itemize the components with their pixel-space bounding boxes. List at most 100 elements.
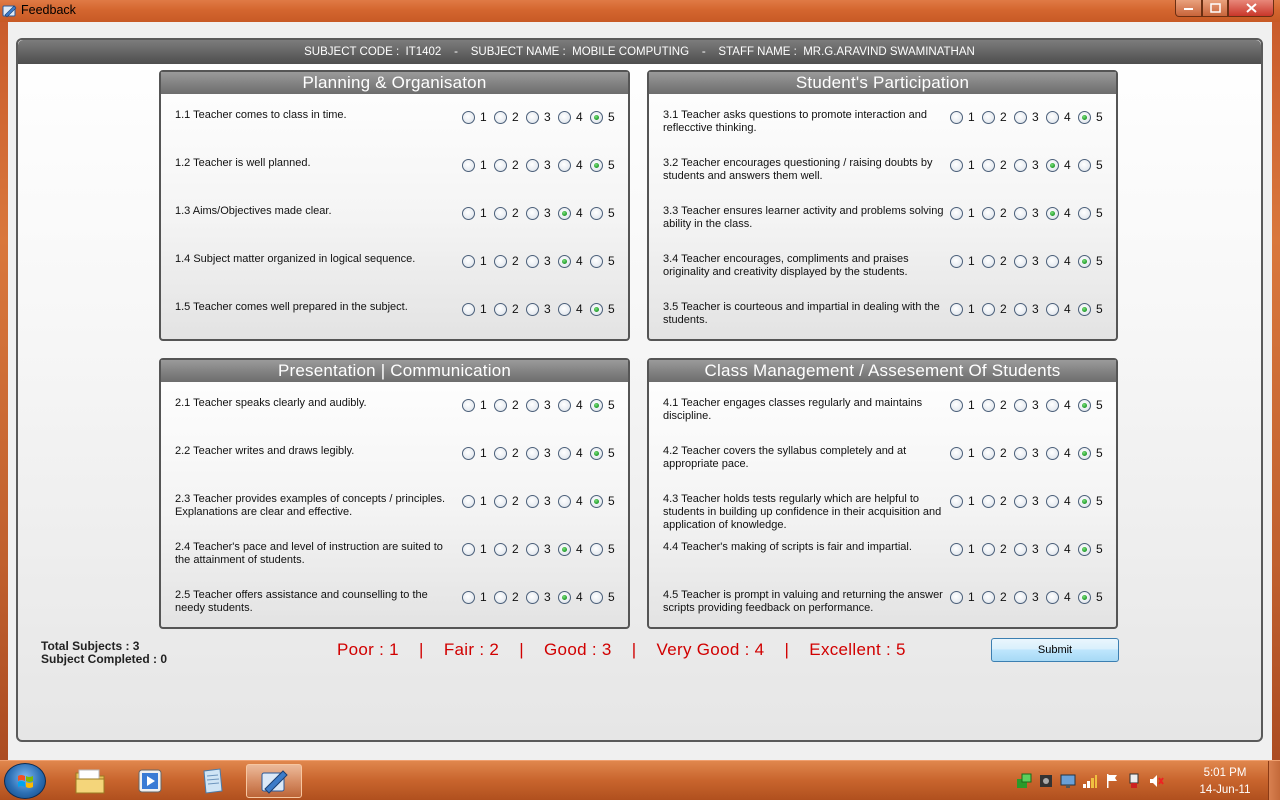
radio-button[interactable] (1078, 206, 1091, 220)
rating-option-4[interactable]: 4 (558, 158, 590, 172)
radio-button[interactable] (526, 398, 539, 412)
rating-option-3[interactable]: 3 (1014, 254, 1046, 268)
rating-option-2[interactable]: 2 (982, 254, 1014, 268)
radio-button[interactable] (1046, 542, 1059, 556)
rating-option-2[interactable]: 2 (982, 590, 1014, 604)
rating-option-1[interactable]: 1 (462, 158, 494, 172)
taskbar-clock[interactable]: 5:01 PM 14-Jun-11 (1190, 765, 1260, 799)
rating-option-4[interactable]: 4 (558, 542, 590, 556)
rating-option-1[interactable]: 1 (950, 158, 982, 172)
radio-button[interactable] (526, 206, 539, 220)
rating-option-4[interactable]: 4 (558, 446, 590, 460)
radio-button[interactable] (1046, 398, 1059, 412)
radio-button[interactable] (494, 302, 507, 316)
rating-option-4[interactable]: 4 (558, 590, 590, 604)
radio-button[interactable] (1046, 110, 1059, 124)
rating-option-1[interactable]: 1 (462, 494, 494, 508)
close-button[interactable] (1228, 0, 1274, 17)
rating-option-3[interactable]: 3 (526, 110, 558, 124)
radio-button[interactable] (590, 446, 603, 460)
tray-audio-device[interactable] (1038, 773, 1054, 789)
rating-option-5[interactable]: 5 (590, 206, 622, 220)
radio-button[interactable] (1014, 494, 1027, 508)
rating-option-2[interactable]: 2 (982, 206, 1014, 220)
radio-button[interactable] (526, 110, 539, 124)
rating-option-1[interactable]: 1 (950, 542, 982, 556)
radio-button[interactable] (1014, 302, 1027, 316)
radio-button[interactable] (526, 590, 539, 604)
rating-option-3[interactable]: 3 (1014, 542, 1046, 556)
radio-button[interactable] (462, 398, 475, 412)
rating-option-3[interactable]: 3 (526, 206, 558, 220)
radio-button[interactable] (950, 206, 963, 220)
radio-button[interactable] (590, 206, 603, 220)
rating-option-3[interactable]: 3 (526, 254, 558, 268)
rating-option-1[interactable]: 1 (462, 590, 494, 604)
radio-button[interactable] (494, 542, 507, 556)
radio-button[interactable] (526, 494, 539, 508)
rating-option-2[interactable]: 2 (982, 446, 1014, 460)
radio-button[interactable] (950, 254, 963, 268)
rating-option-5[interactable]: 5 (590, 590, 622, 604)
rating-option-1[interactable]: 1 (950, 110, 982, 124)
rating-option-2[interactable]: 2 (494, 446, 526, 460)
radio-button[interactable] (462, 206, 475, 220)
rating-option-1[interactable]: 1 (462, 254, 494, 268)
rating-option-5[interactable]: 5 (1078, 206, 1110, 220)
rating-option-3[interactable]: 3 (1014, 302, 1046, 316)
rating-option-2[interactable]: 2 (494, 110, 526, 124)
radio-button[interactable] (1046, 590, 1059, 604)
rating-option-1[interactable]: 1 (462, 302, 494, 316)
radio-button[interactable] (982, 494, 995, 508)
radio-button[interactable] (950, 398, 963, 412)
radio-button[interactable] (1014, 254, 1027, 268)
rating-option-5[interactable]: 5 (1078, 494, 1110, 508)
radio-button[interactable] (558, 542, 571, 556)
taskbar-media-player[interactable] (122, 764, 178, 798)
rating-option-2[interactable]: 2 (494, 206, 526, 220)
rating-option-1[interactable]: 1 (950, 206, 982, 220)
start-button[interactable] (4, 763, 46, 799)
radio-button[interactable] (462, 542, 475, 556)
radio-button[interactable] (590, 494, 603, 508)
title-bar[interactable]: Feedback (0, 0, 1280, 22)
rating-option-4[interactable]: 4 (1046, 446, 1078, 460)
radio-button[interactable] (1046, 158, 1059, 172)
radio-button[interactable] (1078, 494, 1091, 508)
rating-option-5[interactable]: 5 (1078, 590, 1110, 604)
radio-button[interactable] (1014, 446, 1027, 460)
radio-button[interactable] (982, 110, 995, 124)
rating-option-5[interactable]: 5 (590, 446, 622, 460)
rating-option-5[interactable]: 5 (590, 494, 622, 508)
radio-button[interactable] (590, 542, 603, 556)
radio-button[interactable] (462, 494, 475, 508)
radio-button[interactable] (1078, 446, 1091, 460)
radio-button[interactable] (1046, 302, 1059, 316)
radio-button[interactable] (494, 110, 507, 124)
radio-button[interactable] (1014, 542, 1027, 556)
taskbar-explorer[interactable] (62, 764, 118, 798)
radio-button[interactable] (558, 206, 571, 220)
radio-button[interactable] (1046, 254, 1059, 268)
rating-option-5[interactable]: 5 (1078, 254, 1110, 268)
rating-option-3[interactable]: 3 (526, 398, 558, 412)
rating-option-1[interactable]: 1 (950, 446, 982, 460)
radio-button[interactable] (494, 446, 507, 460)
tray-network[interactable] (1016, 773, 1032, 789)
rating-option-2[interactable]: 2 (982, 494, 1014, 508)
rating-option-2[interactable]: 2 (494, 590, 526, 604)
rating-option-3[interactable]: 3 (1014, 494, 1046, 508)
rating-option-1[interactable]: 1 (950, 302, 982, 316)
rating-option-1[interactable]: 1 (950, 254, 982, 268)
radio-button[interactable] (982, 302, 995, 316)
rating-option-1[interactable]: 1 (462, 110, 494, 124)
rating-option-2[interactable]: 2 (494, 542, 526, 556)
tray-volume[interactable] (1148, 773, 1164, 789)
rating-option-1[interactable]: 1 (462, 542, 494, 556)
radio-button[interactable] (558, 590, 571, 604)
radio-button[interactable] (462, 446, 475, 460)
radio-button[interactable] (950, 542, 963, 556)
rating-option-5[interactable]: 5 (1078, 302, 1110, 316)
rating-option-4[interactable]: 4 (1046, 590, 1078, 604)
rating-option-5[interactable]: 5 (590, 158, 622, 172)
